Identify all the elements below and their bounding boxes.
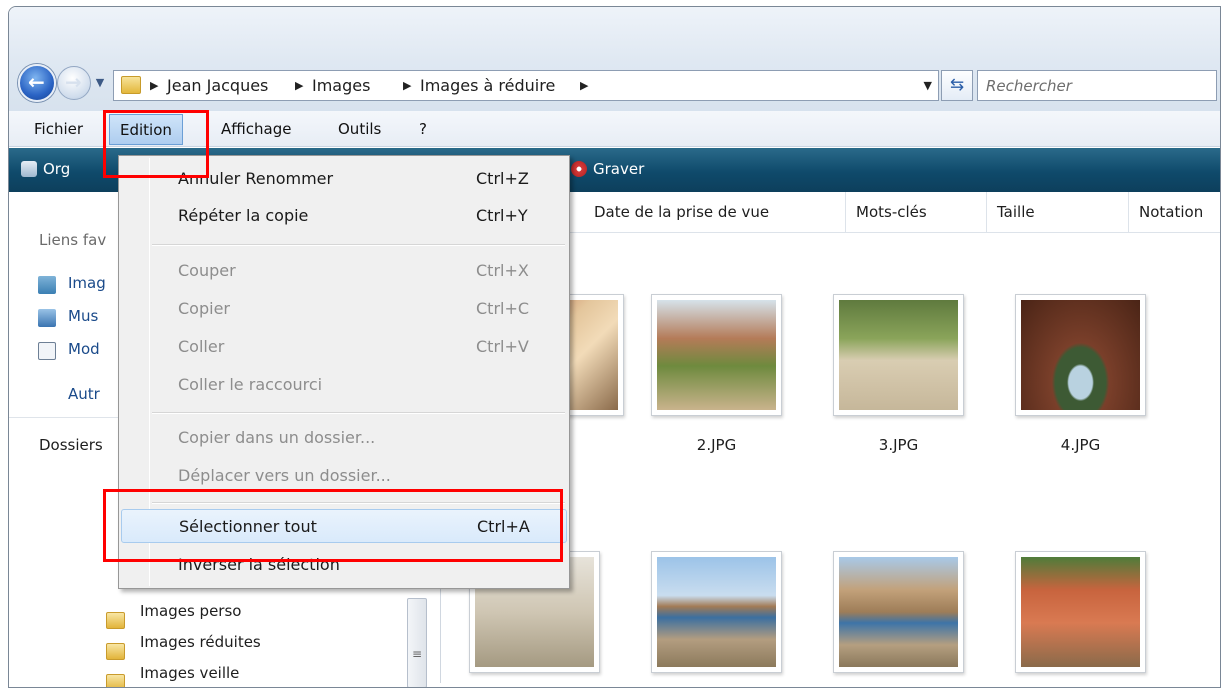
photo-thumbnail[interactable] — [833, 294, 964, 416]
organize-button[interactable]: Org — [21, 160, 70, 178]
organize-label: Org — [43, 160, 71, 178]
highlight-box-select-all — [103, 489, 563, 562]
folder-tree-item[interactable]: Images perso — [140, 602, 241, 620]
menu-item-label: Copier dans un dossier... — [178, 428, 376, 447]
folder-tree-item[interactable]: Images veille — [140, 664, 239, 682]
breadcrumb-chevron-icon[interactable]: ▶ — [580, 79, 588, 92]
burn-button[interactable]: Graver — [571, 160, 644, 178]
photo-image — [657, 557, 776, 667]
menu-separator — [152, 412, 565, 414]
photo-thumbnail[interactable] — [651, 551, 782, 673]
pictures-icon — [38, 276, 56, 294]
breadcrumb-item[interactable]: Images — [312, 76, 370, 95]
menu-outils[interactable]: Outils — [338, 120, 381, 138]
menu-item-copy-to-folder[interactable]: Copier dans un dossier... — [121, 421, 567, 455]
menu-separator — [152, 244, 565, 246]
column-header-size[interactable]: Taille — [987, 192, 1129, 233]
menu-item-shortcut: Ctrl+V — [476, 337, 529, 356]
menu-item-copy[interactable]: Copier Ctrl+C — [121, 292, 567, 326]
back-arrow-icon: ← — [28, 70, 45, 94]
folder-tree-item[interactable]: Images réduites — [140, 633, 261, 651]
menu-help[interactable]: ? — [419, 120, 427, 138]
menu-item-move-to-folder[interactable]: Déplacer vers un dossier... — [121, 459, 567, 493]
scrollbar-grip-icon: ≡ — [412, 647, 423, 661]
column-header-keywords[interactable]: Mots-clés — [846, 192, 987, 233]
search-placeholder: Rechercher — [986, 77, 1072, 95]
music-icon — [38, 309, 56, 327]
menu-item-label: Copier — [178, 299, 230, 318]
favorites-header: Liens fav — [39, 231, 107, 249]
photo-image — [1021, 557, 1140, 667]
menu-item-label: Déplacer vers un dossier... — [178, 466, 391, 485]
address-bar[interactable]: ▶ Jean Jacques ▶ Images ▶ Images à rédui… — [113, 70, 939, 101]
menu-fichier[interactable]: Fichier — [34, 120, 83, 138]
folder-icon — [106, 612, 125, 629]
favorite-link[interactable]: Mod — [68, 340, 100, 358]
photo-thumbnail[interactable] — [651, 294, 782, 416]
photo-thumbnail[interactable] — [1015, 294, 1146, 416]
breadcrumb-item[interactable]: Jean Jacques — [167, 76, 268, 95]
burn-disc-icon — [571, 161, 587, 177]
menu-item-shortcut: Ctrl+Y — [476, 206, 528, 225]
column-header-date[interactable]: Date de la prise de vue — [584, 192, 846, 233]
photo-image — [657, 300, 776, 410]
address-dropdown-icon[interactable]: ▼ — [924, 79, 932, 92]
menu-item-label: Répéter la copie — [178, 206, 309, 225]
search-input[interactable]: Rechercher — [977, 70, 1217, 101]
favorite-link[interactable]: Imag — [68, 274, 106, 292]
breadcrumb-chevron-icon[interactable]: ▶ — [295, 79, 303, 92]
folder-icon — [106, 643, 125, 660]
breadcrumb-chevron-icon[interactable]: ▶ — [403, 79, 411, 92]
photo-image — [839, 300, 958, 410]
menu-item-label: Coller — [178, 337, 225, 356]
folder-pane-scrollbar-thumb[interactable]: ≡ — [407, 598, 427, 687]
favorite-link[interactable]: Mus — [68, 307, 98, 325]
photo-image — [1021, 300, 1140, 410]
organize-icon — [21, 161, 37, 177]
breadcrumb-chevron-icon[interactable]: ▶ — [150, 79, 158, 92]
photo-filename[interactable]: 2.JPG — [651, 436, 782, 454]
refresh-button[interactable]: ⇆ — [941, 70, 973, 101]
photo-thumbnail[interactable] — [1015, 551, 1146, 673]
folders-header[interactable]: Dossiers — [39, 436, 103, 454]
highlight-box-edition-menu — [103, 110, 209, 178]
explorer-window: ← → ▼ ▶ Jean Jacques ▶ Images ▶ Images à… — [8, 6, 1221, 688]
refresh-icon: ⇆ — [949, 75, 965, 95]
column-header-rating[interactable]: Notation — [1129, 192, 1220, 233]
menu-item-shortcut: Ctrl+Z — [476, 169, 529, 188]
photo-thumbnail[interactable] — [833, 551, 964, 673]
menu-item-shortcut: Ctrl+X — [476, 261, 529, 280]
menu-item-label: Couper — [178, 261, 236, 280]
menu-item-paste[interactable]: Coller Ctrl+V — [121, 330, 567, 364]
forward-button[interactable]: → — [57, 66, 91, 100]
photo-filename[interactable]: 3.JPG — [833, 436, 964, 454]
photo-image — [839, 557, 958, 667]
forward-arrow-icon: → — [65, 70, 82, 94]
menu-item-cut[interactable]: Couper Ctrl+X — [121, 254, 567, 288]
menu-item-shortcut: Ctrl+C — [476, 299, 530, 318]
recent-pages-dropdown[interactable]: ▼ — [93, 73, 107, 93]
favorite-link[interactable]: Autr — [68, 385, 100, 403]
menu-item-paste-shortcut[interactable]: Coller le raccourci — [121, 368, 567, 402]
burn-label: Graver — [593, 160, 645, 178]
breadcrumb-item[interactable]: Images à réduire — [420, 76, 555, 95]
back-button[interactable]: ← — [18, 64, 56, 102]
folder-icon — [121, 76, 141, 94]
modified-icon — [38, 342, 56, 360]
photo-filename[interactable]: 4.JPG — [1015, 436, 1146, 454]
menu-affichage[interactable]: Affichage — [221, 120, 291, 138]
menu-item-label: Coller le raccourci — [178, 375, 323, 394]
folder-icon — [106, 674, 125, 687]
menu-item-redo-copy[interactable]: Répéter la copie Ctrl+Y — [121, 199, 567, 233]
